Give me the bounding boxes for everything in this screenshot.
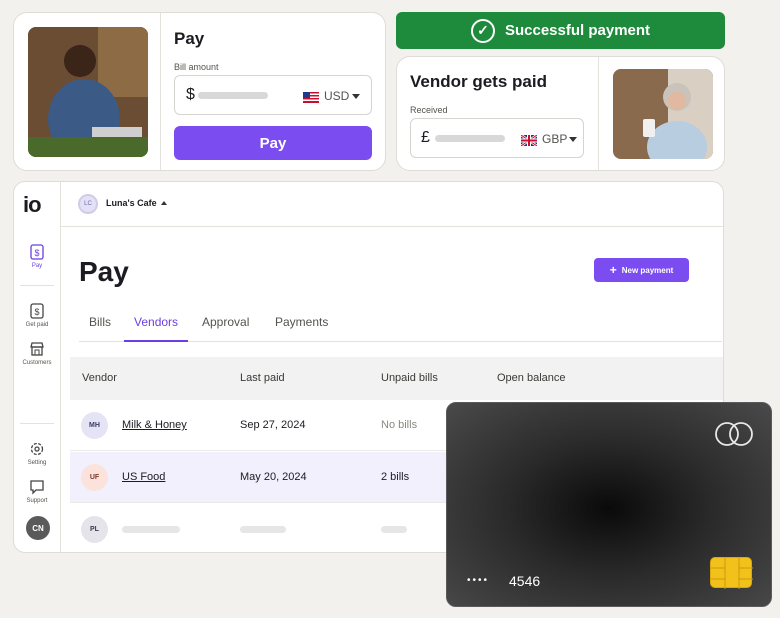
rail-label-customers: Customers (22, 360, 52, 366)
vendor-card-divider (598, 57, 599, 170)
pay-card: Pay Bill amount $ USD Pay (13, 12, 386, 171)
uk-flag-icon (520, 133, 538, 148)
vendor-card: Vendor gets paid Received £ GBP (396, 56, 725, 171)
side-rail: io $ Pay $ Get paid Customers Setting Su… (14, 182, 61, 552)
rail-divider (20, 423, 54, 424)
last-paid-placeholder (240, 526, 286, 533)
us-flag-icon (303, 90, 319, 103)
page-title: Pay (79, 256, 129, 287)
last-paid-date: Sep 27, 2024 (240, 419, 306, 431)
card-last-four: 4546 (509, 573, 541, 589)
tab-payments[interactable]: Payments (275, 315, 328, 342)
received-label: Received (410, 105, 448, 115)
rail-item-support[interactable]: Support (14, 479, 60, 504)
rail-label-support: Support (26, 498, 48, 504)
top-bar: LC Luna's Cafe (61, 182, 723, 227)
svg-text:$: $ (34, 307, 39, 317)
received-placeholder (435, 135, 505, 142)
new-payment-button[interactable]: + New payment (594, 258, 689, 282)
gbp-currency-select[interactable]: GBP (542, 132, 567, 146)
rail-label-get-paid: Get paid (25, 322, 49, 328)
vendor-avatar: PL (81, 516, 108, 543)
vendor-photo (613, 69, 713, 159)
unpaid-placeholder (381, 526, 407, 533)
tab-bar: Bills Vendors Approval Payments (79, 315, 722, 342)
app-logo[interactable]: io (23, 192, 42, 218)
user-avatar[interactable]: CN (26, 516, 50, 540)
vendor-name-placeholder (122, 526, 180, 533)
pay-photo-panel (14, 13, 161, 170)
column-header-unpaid-bills[interactable]: Unpaid bills (381, 372, 438, 384)
success-text: Successful payment (504, 22, 651, 39)
vendor-card-title: Vendor gets paid (410, 72, 547, 91)
plus-icon: + (609, 263, 617, 277)
rail-divider (20, 285, 54, 286)
rail-label-setting: Setting (27, 460, 47, 466)
column-header-vendor[interactable]: Vendor (82, 372, 117, 384)
tab-bills[interactable]: Bills (89, 315, 111, 342)
amount-placeholder (198, 92, 268, 99)
chat-bubble-icon (30, 480, 44, 495)
tab-approval[interactable]: Approval (202, 315, 249, 342)
tab-vendors[interactable]: Vendors (124, 315, 189, 342)
chevron-down-icon (352, 94, 360, 99)
svg-text:$: $ (34, 248, 39, 258)
rail-item-customers[interactable]: Customers (14, 341, 60, 366)
unpaid-bills-count: 2 bills (381, 471, 410, 483)
org-switcher[interactable]: Luna's Cafe (106, 198, 157, 208)
pound-symbol: £ (421, 129, 430, 146)
caret-up-icon[interactable] (161, 201, 167, 205)
pay-button[interactable]: Pay (174, 126, 372, 160)
gear-icon (30, 442, 44, 456)
success-banner: ✓ Successful payment (396, 12, 725, 49)
credit-card: •••• 4546 (446, 402, 772, 607)
dollar-doc-icon: $ (30, 244, 44, 260)
mastercard-logo-icon (715, 422, 753, 446)
bill-amount-field[interactable]: $ USD (174, 75, 372, 115)
column-header-open-balance[interactable]: Open balance (497, 372, 566, 384)
vendor-name-link[interactable]: US Food (122, 471, 165, 483)
store-icon (30, 342, 44, 356)
pay-card-title: Pay (174, 29, 205, 48)
check-circle-icon: ✓ (470, 18, 495, 43)
rail-item-pay[interactable]: $ Pay (14, 244, 60, 269)
last-paid-date: May 20, 2024 (240, 471, 307, 483)
received-amount-field[interactable]: £ GBP (410, 118, 584, 158)
card-chip-icon (710, 557, 753, 589)
dollar-symbol: $ (186, 86, 195, 103)
table-header: Vendor Last paid Unpaid bills Open balan… (70, 357, 723, 400)
rail-label-pay: Pay (31, 263, 43, 269)
unpaid-bills-count: No bills (381, 419, 418, 431)
chevron-down-icon (569, 137, 577, 142)
bill-amount-label: Bill amount (174, 62, 219, 72)
card-masked-digits: •••• (467, 575, 490, 586)
usd-currency-select[interactable]: USD (324, 89, 349, 103)
org-avatar: LC (78, 194, 98, 214)
column-header-last-paid[interactable]: Last paid (240, 372, 285, 384)
rail-item-setting[interactable]: Setting (14, 441, 60, 466)
vendor-avatar: MH (81, 412, 108, 439)
invoice-icon: $ (30, 303, 44, 319)
customer-photo (28, 27, 148, 157)
vendor-avatar: UF (81, 464, 108, 491)
rail-item-get-paid[interactable]: $ Get paid (14, 303, 60, 328)
vendor-name-link[interactable]: Milk & Honey (122, 419, 187, 431)
new-payment-label: New payment (621, 265, 674, 275)
